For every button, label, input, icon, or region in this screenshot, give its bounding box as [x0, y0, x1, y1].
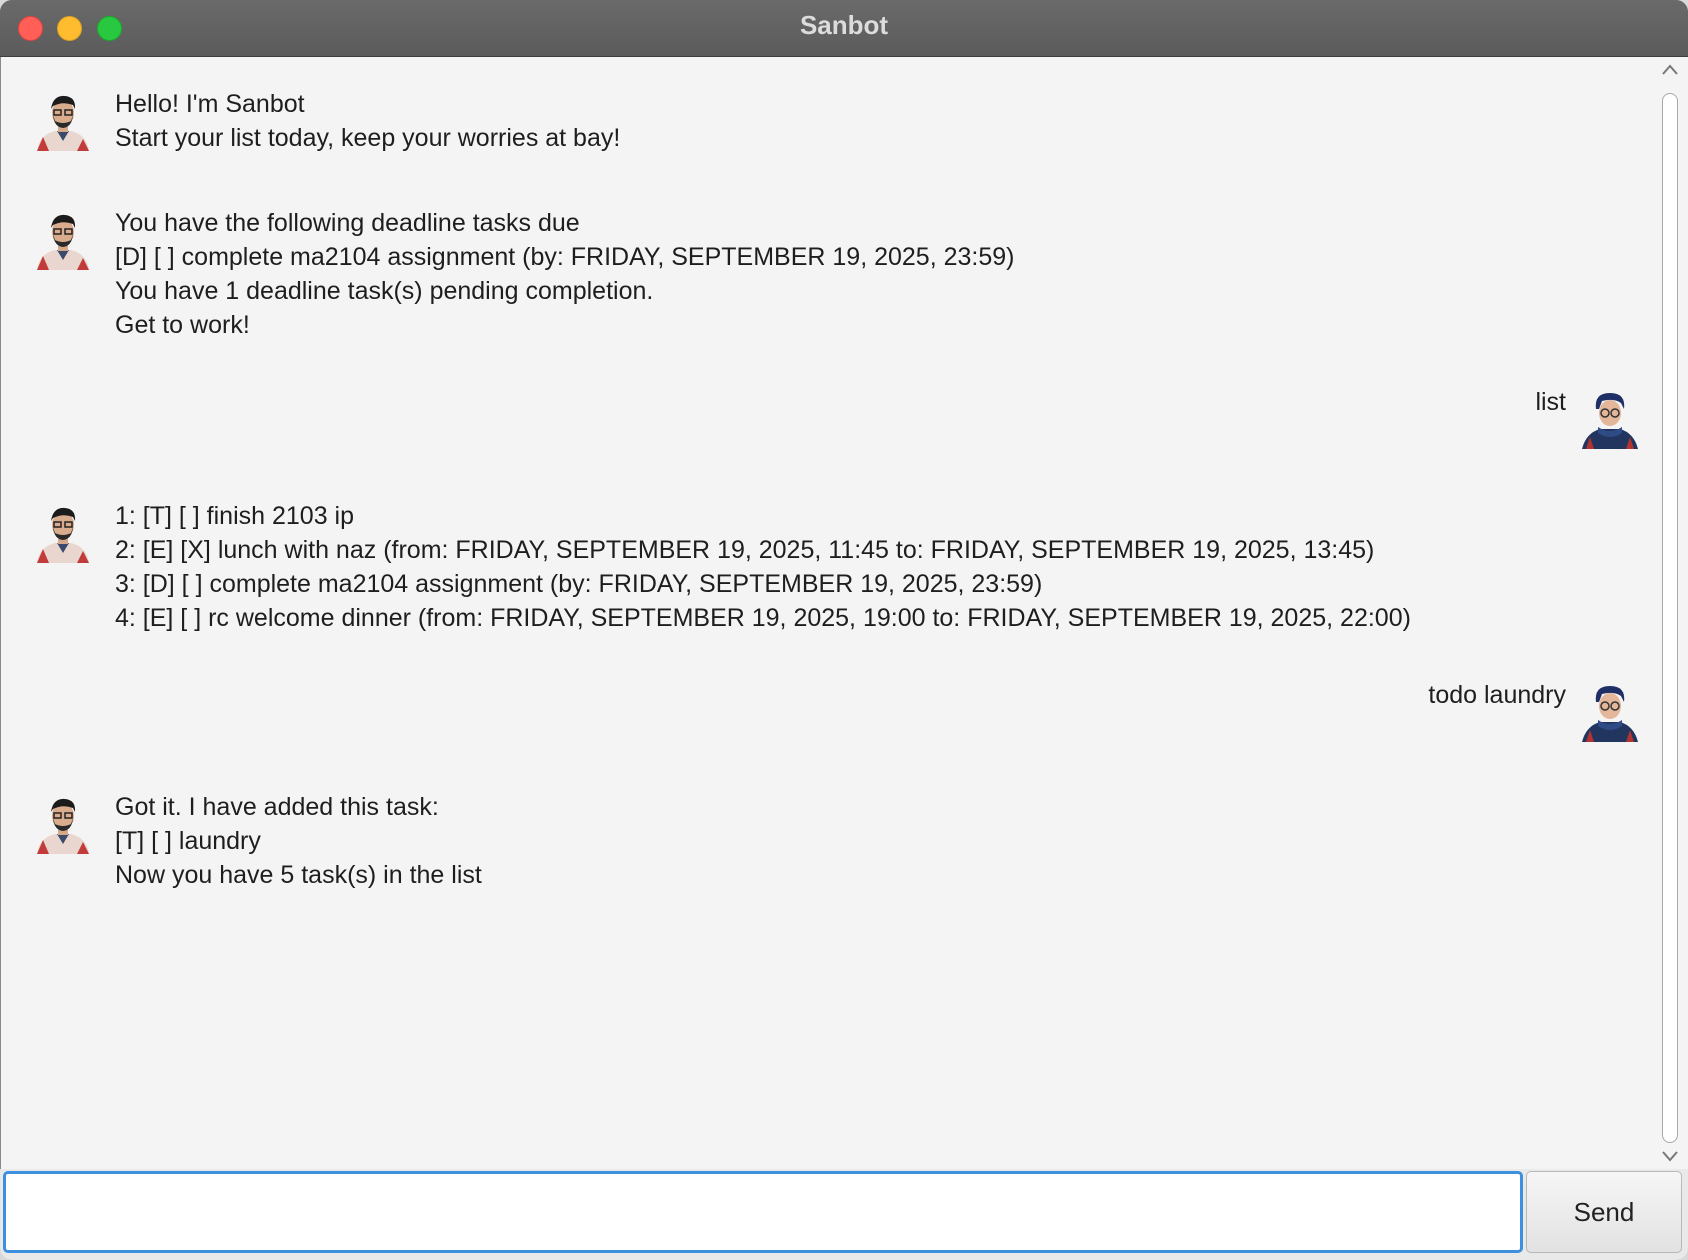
message-line: Got it. I have added this task:: [115, 793, 439, 821]
message-text: Got it. I have added this task: [T] [ ] l…: [115, 790, 482, 892]
message-text: list: [1535, 385, 1566, 419]
scroll-down-icon[interactable]: [1660, 1147, 1680, 1165]
user-avatar-icon: [1580, 389, 1640, 449]
message-line: 2: [E] [X] lunch with naz (from: FRIDAY,…: [115, 536, 1375, 564]
message-input[interactable]: [3, 1171, 1523, 1253]
message-line: [T] [ ] laundry: [115, 827, 261, 855]
title-bar[interactable]: Sanbot: [0, 0, 1688, 57]
message-line: 3: [D] [ ] complete ma2104 assignment (b…: [115, 570, 1043, 598]
message-line: [D] [ ] complete ma2104 assignment (by: …: [115, 243, 1015, 271]
message-line: You have 1 deadline task(s) pending comp…: [115, 277, 654, 305]
bot-avatar-icon: [33, 210, 93, 270]
bot-avatar-icon: [33, 503, 93, 563]
bot-avatar-icon: [33, 91, 93, 151]
message-line: 1: [T] [ ] finish 2103 ip: [115, 502, 355, 530]
scrollbar[interactable]: [1652, 57, 1688, 1169]
message-line: Now you have 5 task(s) in the list: [115, 861, 482, 889]
scroll-up-icon[interactable]: [1660, 61, 1680, 79]
message-line: list: [1535, 388, 1566, 416]
app-window: Sanbot Hello! I'm Sanbot Start your list …: [0, 0, 1688, 1260]
message-text: You have the following deadline tasks du…: [115, 206, 1015, 342]
bot-avatar-icon: [33, 794, 93, 854]
user-avatar-icon: [1580, 682, 1640, 742]
message-line: You have the following deadline tasks du…: [115, 209, 580, 237]
message-line: Hello! I'm Sanbot: [115, 90, 305, 118]
scrollbar-thumb[interactable]: [1662, 93, 1678, 1143]
message-line: Start your list today, keep your worries…: [115, 124, 621, 152]
chat-area: Hello! I'm Sanbot Start your list today, …: [2, 57, 1652, 1169]
window-title: Sanbot: [799, 10, 889, 40]
message-line: todo laundry: [1428, 681, 1566, 709]
message-line: Get to work!: [115, 311, 250, 339]
message-line: 4: [E] [ ] rc welcome dinner (from: FRID…: [115, 604, 1411, 632]
send-button[interactable]: Send: [1526, 1171, 1682, 1253]
message-text: 1: [T] [ ] finish 2103 ip 2: [E] [X] lunc…: [115, 499, 1411, 635]
input-bar: Send: [0, 1169, 1688, 1260]
message-text: Hello! I'm Sanbot Start your list today, …: [115, 87, 620, 155]
message-text: todo laundry: [1428, 678, 1566, 712]
